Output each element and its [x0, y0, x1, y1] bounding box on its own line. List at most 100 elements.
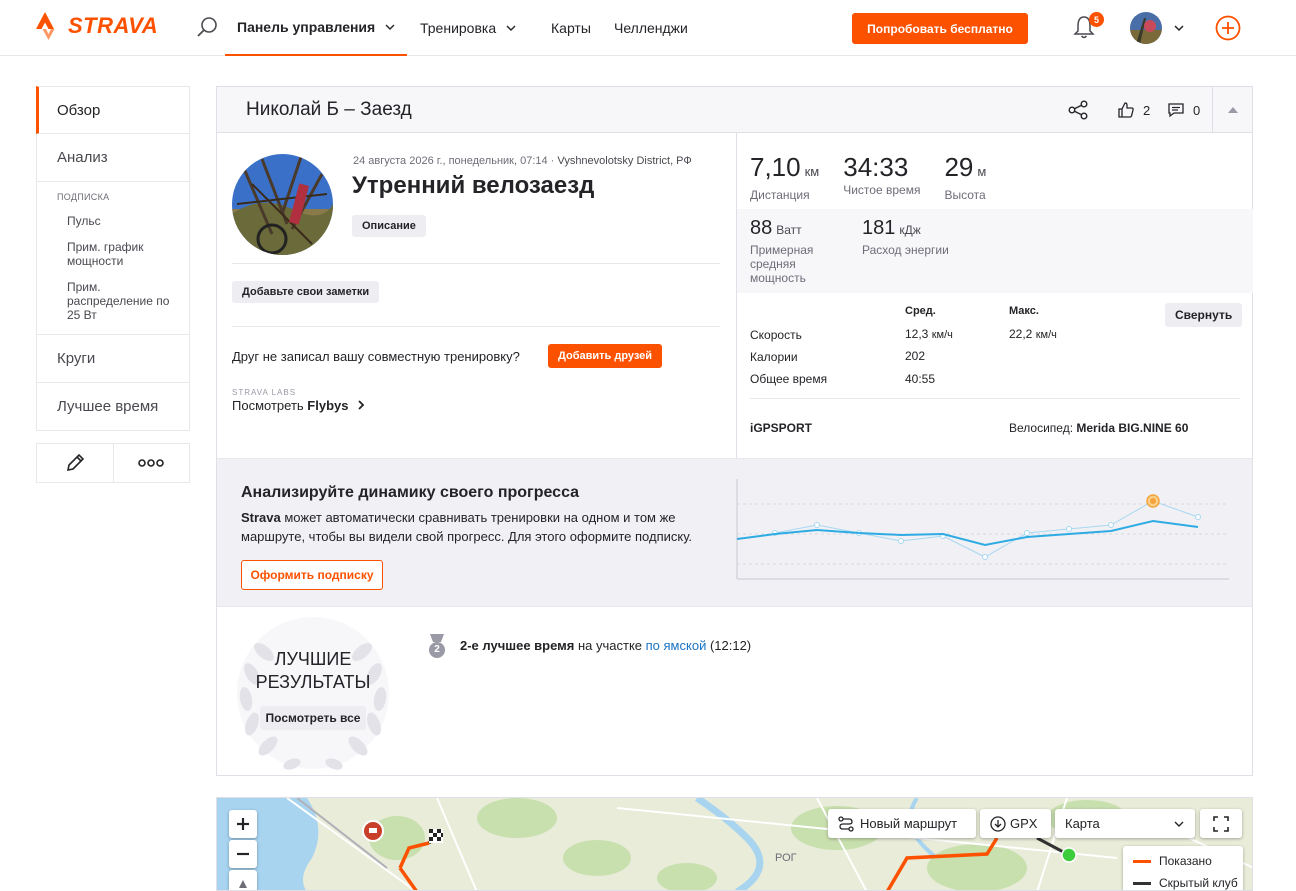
collapse-stats-button[interactable]: Свернуть — [1165, 303, 1243, 327]
comment-icon — [1168, 103, 1184, 118]
bike-info: Велосипед: Merida BIG.NINE 60 — [1009, 421, 1189, 435]
sidebar-subscription-group: ПОДПИСКА Пульс Прим. график мощности При… — [36, 182, 190, 335]
row-speed-label: Скорость — [750, 328, 802, 342]
fullscreen-button[interactable] — [1200, 809, 1242, 838]
comparison-points — [772, 514, 1201, 560]
chevron-down-icon[interactable] — [1173, 22, 1185, 34]
top-nav: STRAVA Панель управления Тренировка Карт… — [0, 0, 1296, 56]
add-notes-button[interactable]: Добавьте свои заметки — [232, 281, 380, 303]
new-route-button[interactable]: Новый маршрут — [828, 809, 976, 838]
user-avatar[interactable] — [1130, 12, 1162, 44]
notification-badge: 5 — [1089, 12, 1104, 27]
activity-name: Утренний велозаезд — [352, 172, 595, 199]
share-icon[interactable] — [1067, 100, 1089, 120]
nav-challenges[interactable]: Челленджи — [614, 0, 688, 56]
sidebar-item-power-distribution[interactable]: Прим. распределение по 25 Вт — [57, 280, 177, 322]
best-efforts-title: ЛУЧШИЕ РЕЗУЛЬТАТЫ — [255, 649, 371, 692]
legend-hidden-club: Скрытый клуб — [1133, 876, 1243, 890]
map-label: РОГ — [775, 852, 797, 864]
divider — [750, 398, 1240, 399]
map-type-select[interactable]: Карта — [1055, 809, 1195, 838]
avatar-image — [1130, 12, 1162, 44]
zoom-in-button[interactable] — [229, 810, 257, 838]
add-circle-icon[interactable] — [1215, 15, 1241, 41]
nav-training[interactable]: Тренировка — [420, 0, 516, 56]
row-speed-max: 22,2 км/ч — [1009, 327, 1057, 341]
zoom-out-button[interactable] — [229, 840, 257, 868]
thumbs-up-icon — [1118, 102, 1134, 118]
progress-promo: Анализируйте динамику своего прогресса S… — [217, 458, 1252, 607]
legend-swatch — [1133, 859, 1151, 863]
sidebar-item-power-curve[interactable]: Прим. график мощности — [57, 240, 177, 268]
kudos-button[interactable]: 2 — [1117, 101, 1150, 119]
strava-logo[interactable]: STRAVA — [36, 12, 158, 40]
activity-map[interactable]: РОГ Новый маршрут GPX Карта Показано Скр… — [216, 797, 1253, 891]
gpx-download-button[interactable]: GPX — [980, 809, 1051, 838]
divider — [232, 263, 720, 264]
stat-elevation: 29 м Высота — [944, 152, 987, 202]
subscription-heading: ПОДПИСКА — [57, 192, 110, 202]
medal-rank: 2 — [434, 644, 440, 655]
stat-moving-time: 34:33 Чистое время — [843, 152, 921, 197]
fullscreen-icon — [1213, 815, 1229, 832]
activity-card: Николай Б – Заезд 2 0 24 августа 2026 г.… — [216, 86, 1253, 776]
stat-energy: 181 кДж Расход энергии — [862, 217, 949, 257]
try-free-button[interactable]: Попробовать бесплатно — [852, 13, 1028, 44]
activity-photo[interactable] — [232, 154, 333, 255]
best-effort-entry: 2-е лучшее время на участке по ямской (1… — [460, 638, 752, 653]
sidebar-item-analysis[interactable]: Анализ — [36, 134, 190, 182]
brand-name: STRAVA — [68, 13, 159, 38]
activity-header-title: Николай Б – Заезд — [246, 99, 412, 120]
kudos-count: 2 — [1143, 102, 1151, 118]
strava-logo-icon — [36, 12, 55, 40]
activity-details: 24 августа 2026 г., понедельник, 07:14 ·… — [217, 133, 736, 458]
north-arrow-icon — [239, 880, 247, 888]
row-elapsed-label: Общее время — [750, 372, 828, 386]
comments-button[interactable]: 0 — [1167, 101, 1200, 119]
map-legend: Показано Скрытый клуб — [1123, 846, 1243, 890]
nav-maps[interactable]: Карты — [551, 0, 591, 56]
sidebar-item-best-efforts[interactable]: Лучшее время — [36, 383, 190, 431]
best-efforts: ЛУЧШИЕ РЕЗУЛЬТАТЫ Посмотреть все 2 2-е л… — [217, 608, 1252, 775]
sidebar-item-overview[interactable]: Обзор — [36, 86, 190, 134]
edit-button[interactable] — [36, 443, 114, 483]
friend-prompt: Друг не записал вашу совместную трениров… — [232, 349, 520, 364]
trend-line — [736, 519, 1199, 547]
chevron-down-icon — [506, 25, 516, 31]
view-all-button[interactable]: Посмотреть все — [260, 706, 366, 730]
progress-illustration — [736, 479, 1229, 580]
pencil-icon — [66, 453, 84, 472]
plus-icon — [237, 818, 249, 830]
more-icon — [138, 459, 165, 467]
comments-count: 0 — [1193, 102, 1201, 118]
activity-card-header: Николай Б – Заезд 2 0 — [217, 87, 1252, 133]
chevron-right-icon — [358, 400, 365, 410]
row-calories-label: Калории — [750, 350, 798, 364]
primary-stats: 7,10 км Дистанция 34:33 Чистое время 29 м … — [737, 133, 1253, 209]
strava-labs-label: STRAVA LABS — [232, 388, 297, 397]
nav-dashboard[interactable]: Панель управления — [225, 0, 407, 56]
add-friends-button[interactable]: Добавить друзей — [548, 344, 663, 368]
stat-power: 88 Ватт Примерная средняя мощность — [750, 217, 814, 285]
sidebar-item-laps[interactable]: Круги — [36, 335, 190, 383]
collapse-header-button[interactable] — [1212, 87, 1253, 132]
legend-shown: Показано — [1133, 854, 1243, 868]
flybys-link[interactable]: Посмотреть Flybys — [232, 398, 366, 413]
segment-link[interactable]: по ямской — [646, 638, 707, 653]
description-button[interactable]: Описание — [352, 215, 426, 237]
legend-swatch — [1133, 881, 1151, 885]
row-elapsed-avg: 40:55 — [905, 372, 936, 386]
compass-button[interactable] — [229, 870, 257, 890]
stat-distance: 7,10 км Дистанция — [750, 152, 820, 202]
promo-title: Анализируйте динамику своего прогресса — [241, 484, 580, 501]
search-icon[interactable] — [196, 16, 218, 38]
divider — [232, 326, 720, 327]
caret-up-icon — [1228, 106, 1238, 113]
route-icon — [838, 815, 854, 832]
secondary-stats: 88 Ватт Примерная средняя мощность 181 кДж… — [737, 209, 1253, 293]
activity-date-location: 24 августа 2026 г., понедельник, 07:14 ·… — [353, 155, 692, 167]
sidebar-item-heart-rate[interactable]: Пульс — [57, 214, 177, 228]
subscribe-button[interactable]: Оформить подписку — [241, 560, 383, 590]
promo-text: Strava может автоматически сравнивать тр… — [241, 510, 693, 544]
more-actions-button[interactable] — [113, 443, 190, 483]
